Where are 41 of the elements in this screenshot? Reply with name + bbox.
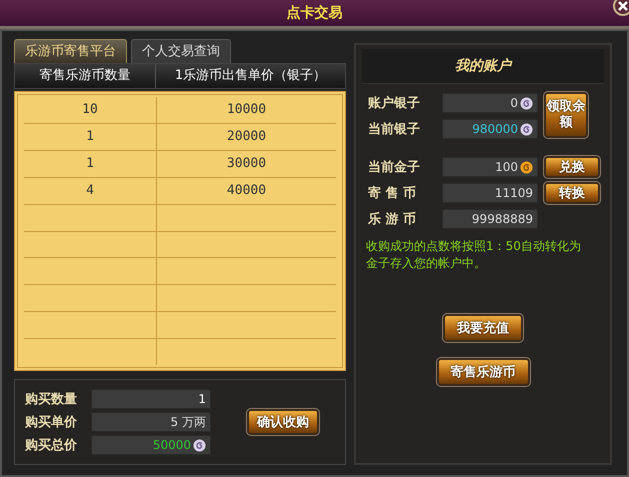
coin-icon xyxy=(520,96,533,110)
field-label: 当前银子 xyxy=(368,121,421,138)
table-cell: 1 xyxy=(86,129,94,144)
exchange-button[interactable]: 兑换 xyxy=(544,156,600,178)
coin-icon xyxy=(193,438,206,452)
table-cell: 4 xyxy=(86,183,94,198)
confirm-button[interactable]: 确认收购 xyxy=(247,409,319,435)
column-header: 寄售乐游币数量 xyxy=(15,64,156,88)
field-label: 购买数量 xyxy=(25,391,78,408)
field-label: 当前金子 xyxy=(368,159,421,176)
field-label: 购买单价 xyxy=(25,414,78,431)
table-cell: 40000 xyxy=(226,183,266,198)
exchange-button[interactable]: 转换 xyxy=(544,182,600,204)
info-text: 收购成功的点数将按照1：50自动转化为金子存入您的帐户中。 xyxy=(365,238,582,272)
table-cell: 1 xyxy=(86,156,94,172)
tab[interactable]: 乐游币寄售平台 xyxy=(14,39,127,63)
panel-title: 我的账户 xyxy=(455,57,511,75)
value-field: 0 xyxy=(442,93,538,113)
action-button[interactable]: 寄售乐游币 xyxy=(436,358,530,386)
table-cell: 30000 xyxy=(226,156,266,172)
table-cell: 10000 xyxy=(226,102,266,118)
field-label: 乐 游 币 xyxy=(368,210,418,228)
table-cell: 20000 xyxy=(226,129,266,144)
coin-icon xyxy=(520,160,533,174)
value-field: 99988889 xyxy=(442,209,538,229)
tab[interactable]: 个人交易查询 xyxy=(131,39,231,63)
value-field: 1 xyxy=(91,389,211,409)
table-cell: 10 xyxy=(82,102,98,118)
value-field: 100 xyxy=(442,157,538,177)
value-field: 11109 xyxy=(442,183,538,203)
action-button[interactable]: 我要充值 xyxy=(443,314,523,342)
value-field: 5 万两 xyxy=(91,412,211,432)
field-label: 账户银子 xyxy=(368,94,421,112)
coin-icon xyxy=(520,122,533,136)
value-field: 980000 xyxy=(442,119,538,139)
column-header: 1乐游币出售单价（银子） xyxy=(174,67,328,85)
field-label: 寄 售 币 xyxy=(368,184,418,202)
value-field: 50000 xyxy=(91,435,211,455)
field-label: 购买总价 xyxy=(25,437,78,454)
claim-button[interactable]: 领取余额 xyxy=(544,92,588,138)
window-title: 点卡交易 xyxy=(286,4,342,22)
